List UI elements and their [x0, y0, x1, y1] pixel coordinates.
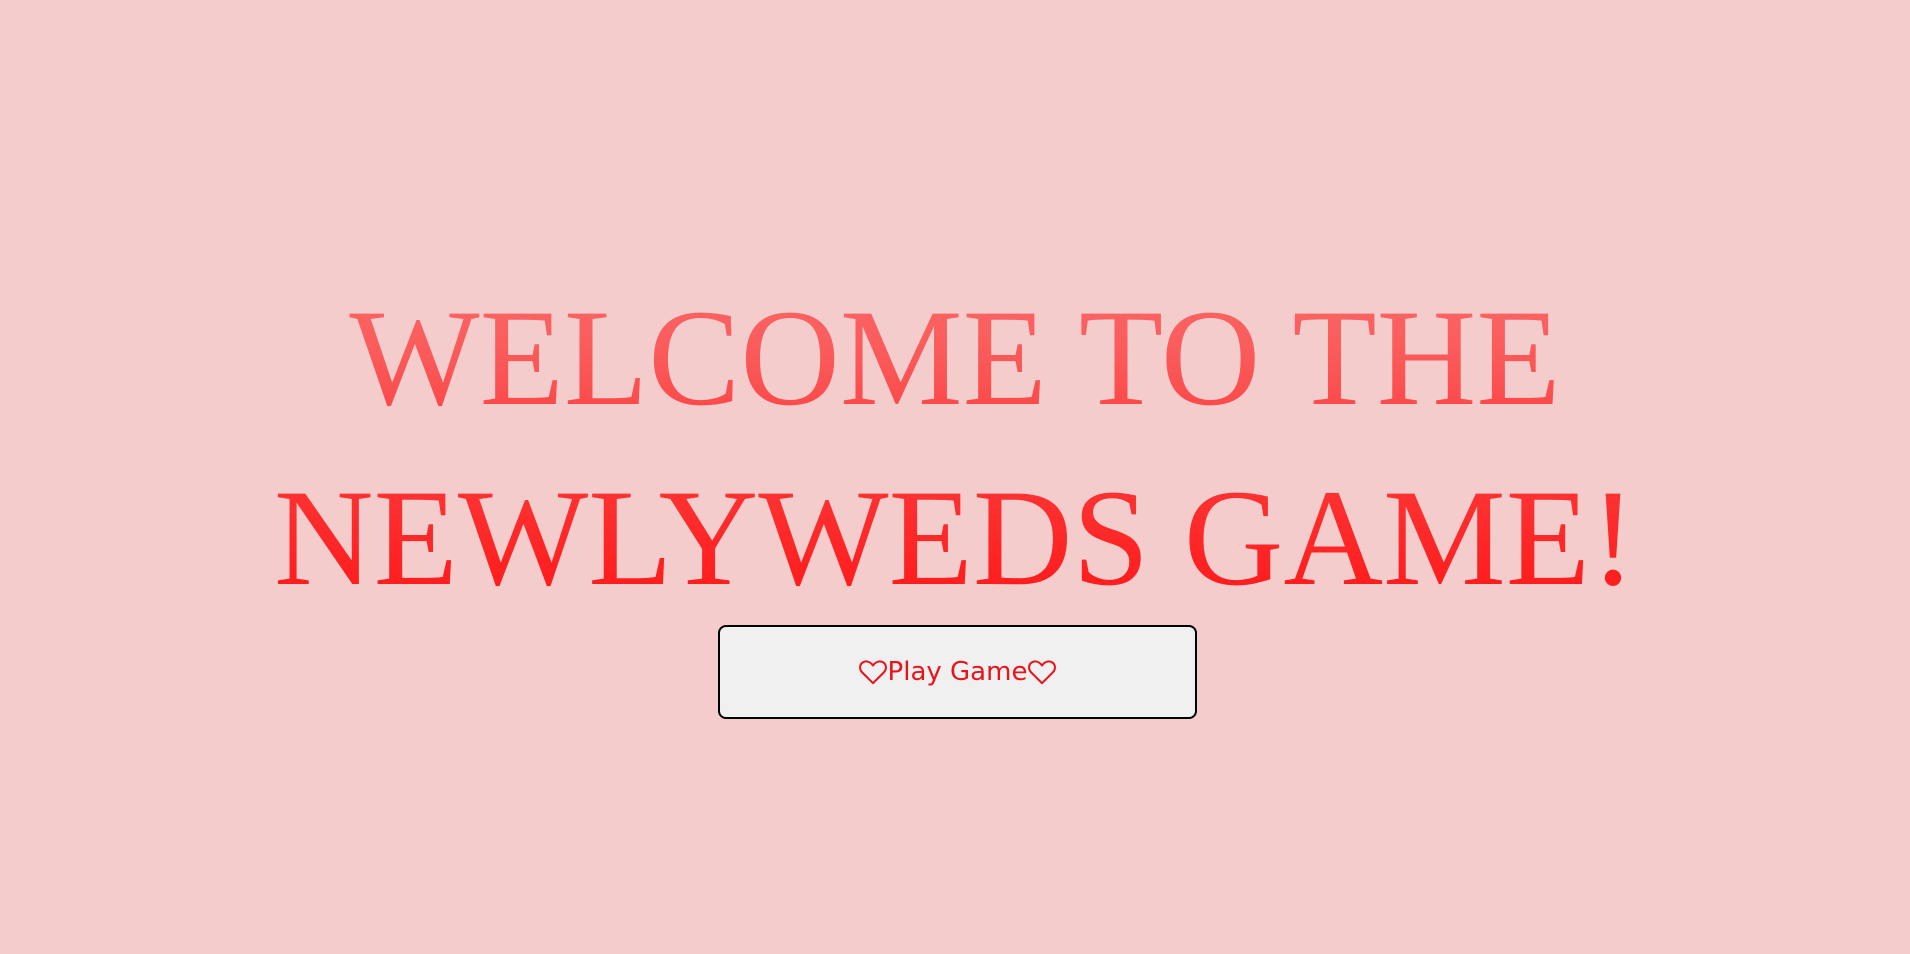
heart-icon [1027, 658, 1057, 686]
start-screen: WELCOME TO THE NEWLYWEDS GAME! Play Game [0, 0, 1910, 954]
heart-icon [858, 658, 888, 686]
title-line-2: NEWLYWEDS GAME! [273, 461, 1637, 614]
game-title: WELCOME TO THE NEWLYWEDS GAME! [0, 268, 1910, 628]
title-line-1: WELCOME TO THE [349, 281, 1561, 434]
play-game-label: Play Game [887, 657, 1028, 687]
play-game-button[interactable]: Play Game [718, 625, 1197, 719]
